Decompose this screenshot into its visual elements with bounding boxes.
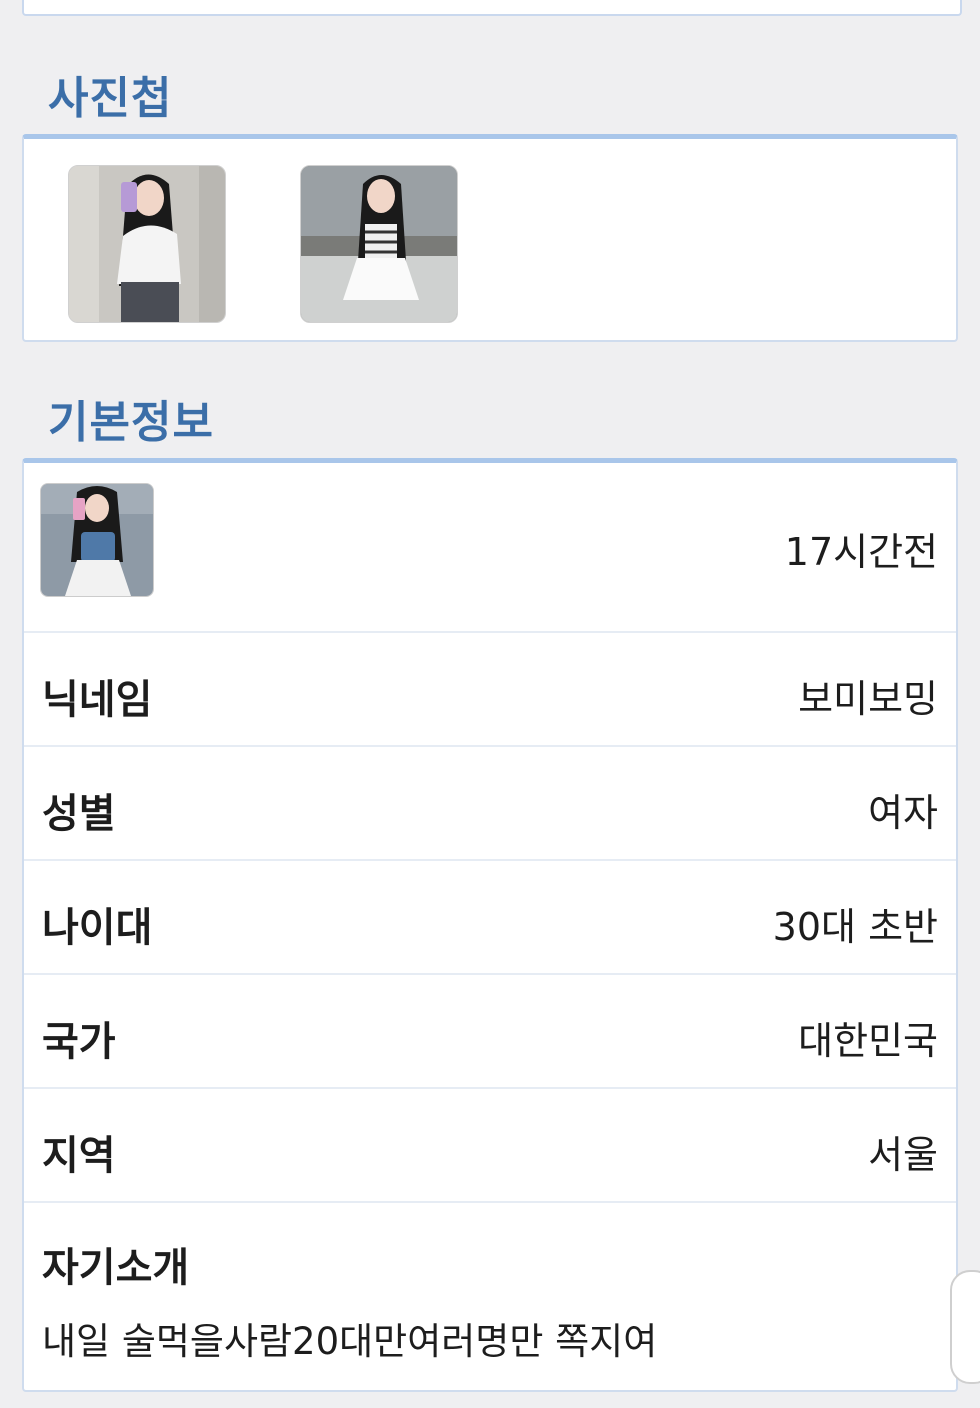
- info-row-value: 보미보밍: [798, 677, 938, 721]
- profile-row: 17시간전: [24, 463, 956, 633]
- basic-info-card: 17시간전 닉네임 보미보밍 성별 여자 나이대 30대 초반 국가 대한민국 …: [22, 458, 958, 1392]
- photo-boat-image: [301, 166, 457, 322]
- info-row-gender: 성별 여자: [24, 747, 956, 861]
- album-section-title: 사진첩: [48, 73, 173, 124]
- info-row-label: 닉네임: [42, 677, 153, 723]
- intro-label: 자기소개: [42, 1245, 190, 1291]
- info-row-label: 지역: [42, 1133, 116, 1179]
- info-row-intro: 자기소개 내일 술먹을사람20대만여러명만 쪽지여: [24, 1203, 956, 1391]
- album-photo-2[interactable]: [300, 165, 458, 323]
- info-row-value: 서울: [868, 1133, 938, 1177]
- info-row-country: 국가 대한민국: [24, 975, 956, 1089]
- info-row-value: 30대 초반: [772, 905, 938, 949]
- photo-mirror-selfie-image: [69, 166, 225, 322]
- album-card: [22, 134, 958, 342]
- scroll-handle[interactable]: [950, 1270, 980, 1384]
- info-row-age: 나이대 30대 초반: [24, 861, 956, 975]
- avatar-image: [41, 484, 153, 596]
- previous-card-bottom: [22, 0, 962, 16]
- info-row-value: 여자: [868, 791, 938, 835]
- basic-info-section-title: 기본정보: [48, 397, 214, 448]
- info-row-nickname: 닉네임 보미보밍: [24, 633, 956, 747]
- profile-avatar[interactable]: [40, 483, 154, 597]
- info-row-region: 지역 서울: [24, 1089, 956, 1203]
- info-row-label: 성별: [42, 791, 116, 837]
- info-row-label: 나이대: [42, 905, 153, 951]
- last-seen-text: 17시간전: [784, 530, 938, 574]
- album-photo-1[interactable]: [68, 165, 226, 323]
- info-row-label: 국가: [42, 1019, 116, 1065]
- info-row-value: 대한민국: [798, 1019, 938, 1063]
- intro-text: 내일 술먹을사람20대만여러명만 쪽지여: [42, 1320, 658, 1363]
